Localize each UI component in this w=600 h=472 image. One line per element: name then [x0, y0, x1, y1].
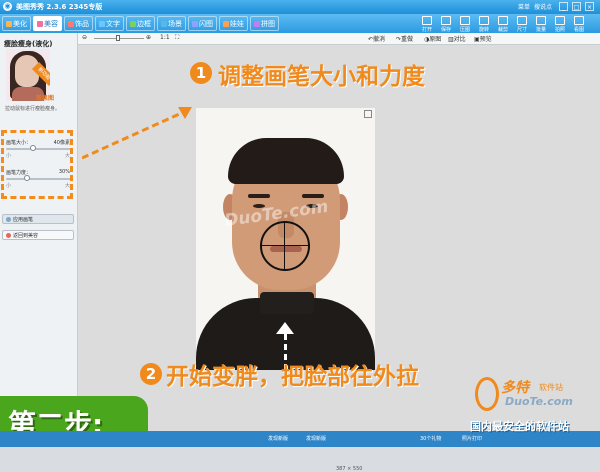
- apply-icon: [6, 217, 11, 222]
- pull-arrow-icon: [276, 322, 294, 334]
- main-nav: 美化 美容 饰品 文字 边框 场景 闪图 娃娃 拼图 打开 保存 压图 旋转 裁…: [0, 14, 600, 33]
- tool-viewer[interactable]: 看图: [570, 16, 588, 33]
- tab-flash[interactable]: 闪图: [188, 16, 217, 31]
- compare-button[interactable]: ▥对比: [448, 34, 466, 43]
- tool-crop[interactable]: 裁剪: [494, 16, 512, 33]
- back-icon: [6, 233, 11, 238]
- beautify-icon: [6, 21, 12, 27]
- fit-screen-icon[interactable]: ⛶: [175, 34, 179, 42]
- tool-save[interactable]: 保存: [437, 16, 455, 33]
- redo-button[interactable]: ↷重做: [396, 34, 413, 43]
- edit-toolbar: ⊖ ⊕ 1:1 ⛶ ↶撤消 ↷重做 ◑原图 ▥对比 ▣预览: [78, 33, 600, 45]
- status-update-2[interactable]: 发现新版: [306, 435, 326, 442]
- brand-name: 多特: [501, 380, 529, 396]
- cosmetic-icon: [37, 21, 43, 27]
- viewer-icon: [574, 16, 584, 25]
- minimize-button[interactable]: _: [559, 2, 568, 11]
- tool-open[interactable]: 打开: [418, 16, 436, 33]
- tab-cosmetic[interactable]: 美容: [33, 16, 62, 31]
- tab-doll[interactable]: 娃娃: [219, 16, 248, 31]
- batch-icon: [536, 16, 546, 25]
- expand-icon[interactable]: [364, 110, 372, 118]
- close-button[interactable]: ×: [585, 2, 594, 11]
- brand-logo: 多特 软件站 DuoTe.com: [475, 377, 595, 417]
- dashed-arrow-icon: [82, 107, 192, 160]
- undo-button[interactable]: ↶撤消: [368, 34, 385, 43]
- frame-icon: [130, 21, 136, 27]
- tab-text[interactable]: 文字: [95, 16, 124, 31]
- menu-main[interactable]: 菜单: [518, 2, 530, 11]
- original-button[interactable]: ◑原图: [424, 34, 441, 43]
- title-bar: ◉ 美图秀秀 2.3.6 2345专版 菜单 搜说点 _ □ ×: [0, 0, 600, 14]
- text-icon: [99, 21, 105, 27]
- doll-icon: [223, 21, 229, 27]
- brand-site: DuoTe.com: [505, 395, 573, 408]
- edited-photo[interactable]: DuoTe.com: [196, 108, 375, 370]
- tool-rotate[interactable]: 旋转: [475, 16, 493, 33]
- zoom-actual-button[interactable]: 1:1: [160, 34, 170, 41]
- tab-beautify[interactable]: 美化: [2, 16, 31, 31]
- site-slogan: 国内最安全的软件站: [470, 420, 569, 433]
- slider-highlight-box: [1, 130, 73, 199]
- step1-badge: 1: [190, 62, 212, 84]
- tab-accessories[interactable]: 饰品: [64, 16, 93, 31]
- effect-label: 效果图: [36, 95, 55, 102]
- status-update[interactable]: 发现新版: [268, 435, 288, 442]
- folder-icon: [422, 16, 432, 25]
- step2-text: 开始变胖，把脸部往外拉: [166, 364, 419, 390]
- compress-icon: [460, 16, 470, 25]
- tool-resize[interactable]: 尺寸: [513, 16, 531, 33]
- panel-description: 拉动鼠标进行瘦脸瘦身。: [5, 106, 61, 112]
- maximize-button[interactable]: □: [572, 2, 581, 11]
- status-print[interactable]: 照片打印: [462, 435, 482, 442]
- tab-frame[interactable]: 边框: [126, 16, 155, 31]
- apply-brush-button[interactable]: 应用画笔: [2, 214, 74, 224]
- brand-sub: 软件站: [539, 383, 563, 392]
- back-to-cosmetic-button[interactable]: 返回到美容: [2, 230, 74, 240]
- panel-title: 瘦脸瘦身(液化): [4, 40, 53, 48]
- flash-icon: [192, 21, 198, 27]
- scene-icon: [161, 21, 167, 27]
- resize-icon: [517, 16, 527, 25]
- liquify-panel: 瘦脸瘦身(液化) 新功能 效果图 拉动鼠标进行瘦脸瘦身。 画笔大小： 40像素 …: [0, 33, 78, 447]
- tab-collage[interactable]: 拼图: [250, 16, 279, 31]
- zoom-out-icon[interactable]: ⊖: [82, 34, 87, 41]
- rotate-icon: [479, 16, 489, 25]
- camera-icon: [555, 16, 565, 25]
- accessories-icon: [68, 21, 74, 27]
- zoom-knob[interactable]: [116, 35, 120, 41]
- image-dimensions: 387 × 550: [336, 466, 363, 472]
- zoom-in-icon[interactable]: ⊕: [146, 34, 151, 41]
- crop-icon: [498, 16, 508, 25]
- brand-logo-icon: [475, 377, 499, 411]
- tool-compress[interactable]: 压图: [456, 16, 474, 33]
- step1-text: 调整画笔大小和力度: [218, 64, 425, 90]
- save-icon: [441, 16, 451, 25]
- tool-camera[interactable]: 拍照: [551, 16, 569, 33]
- tab-scene[interactable]: 场景: [157, 16, 186, 31]
- menu-search[interactable]: 搜说点: [534, 2, 552, 11]
- tool-batch[interactable]: 批量: [532, 16, 550, 33]
- collage-icon: [254, 21, 260, 27]
- app-title: 美图秀秀 2.3.6 2345专版: [16, 3, 103, 11]
- app-logo-icon: ◉: [3, 2, 12, 11]
- status-gifts[interactable]: 30个礼物: [420, 435, 441, 442]
- preview-button[interactable]: ▣预览: [474, 34, 492, 43]
- step2-badge: 2: [140, 363, 162, 385]
- brush-cursor-icon: [260, 221, 310, 271]
